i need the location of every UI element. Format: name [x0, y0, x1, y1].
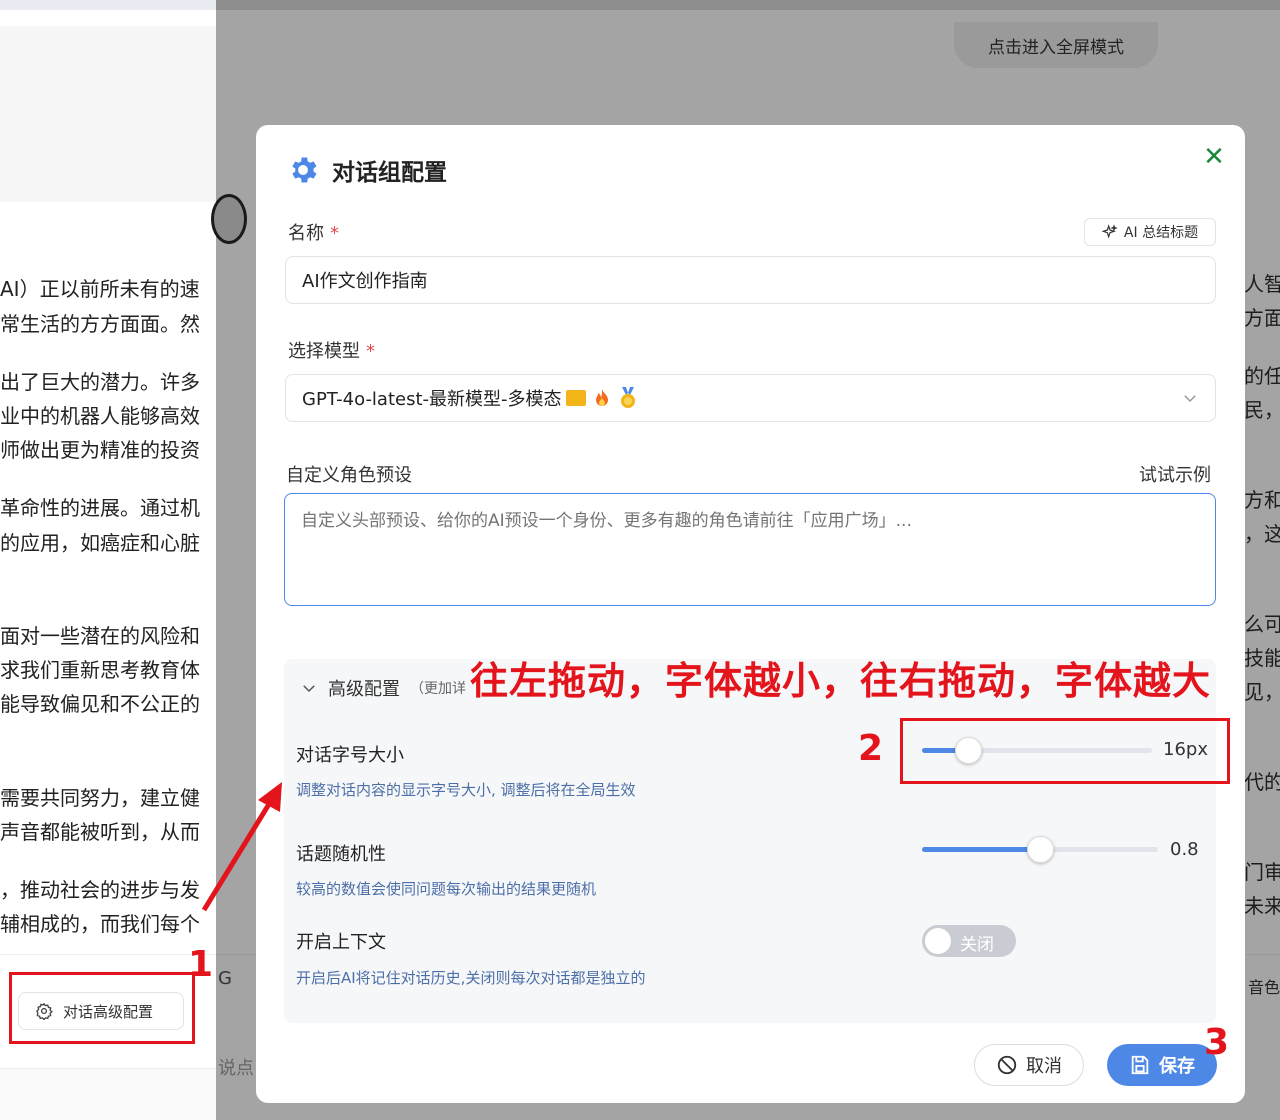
modal-title: 对话组配置	[286, 153, 447, 187]
name-label-text: 名称	[288, 223, 324, 244]
advanced-config-title: 高级配置	[328, 679, 400, 700]
role-preset-label: 自定义角色预设	[286, 465, 412, 486]
model-chip: G	[218, 968, 232, 989]
article-line: 的应用，如癌症和心脏	[0, 531, 200, 555]
context-toggle[interactable]: 关闭	[922, 925, 1016, 957]
context-label: 开启上下文	[296, 932, 386, 953]
required-mark: *	[366, 341, 375, 362]
article-line: ，推动社会的进步与发	[0, 878, 200, 902]
folder-icon	[565, 390, 586, 406]
article-line: 师做出更为精准的投资	[0, 438, 200, 462]
article-line: 业中的机器人能够高效	[0, 404, 200, 428]
background-text: 人智	[1244, 272, 1280, 296]
save-icon	[1131, 1055, 1149, 1075]
role-preset-textarea[interactable]	[284, 493, 1216, 606]
assistant-logo-icon	[211, 194, 247, 244]
dialog-group-config-modal: 对话组配置 ✕ 名称 * AI 总结标题 选择模型 * GPT-4o-latest-…	[256, 125, 1245, 1103]
modal-title-text: 对话组配置	[332, 160, 447, 186]
font-size-label: 对话字号大小	[296, 745, 404, 766]
model-select[interactable]: GPT-4o-latest-最新模型-多模态	[285, 374, 1216, 422]
background-text: 方和	[1244, 488, 1280, 512]
background-text: 未来	[1244, 894, 1280, 918]
background-text: ，这	[1244, 522, 1280, 546]
article-footer	[0, 1068, 216, 1120]
article-line: 辅相成的，而我们每个	[0, 912, 200, 936]
advanced-config-toggle[interactable]: 高级配置 （更加详	[300, 675, 466, 701]
ai-summary-title-button[interactable]: AI 总结标题	[1084, 218, 1216, 246]
font-size-description: 调整对话内容的显示字号大小, 调整后将在全局生效	[296, 781, 636, 799]
advanced-config-panel: 高级配置 （更加详 对话字号大小 调整对话内容的显示字号大小, 调整后将在全局生…	[284, 659, 1216, 1023]
name-input[interactable]	[285, 256, 1216, 304]
chevron-down-icon	[1184, 395, 1196, 403]
annotation-number: 3	[1204, 1022, 1230, 1063]
annotation-arrow-icon	[201, 782, 282, 912]
article-line: 面对一些潜在的风险和	[0, 624, 200, 648]
randomness-label: 话题随机性	[296, 844, 386, 865]
article-line: 出了巨大的潜力。许多	[0, 370, 200, 394]
article-top-strip	[0, 0, 216, 10]
randomness-slider-handle[interactable]	[1027, 836, 1054, 863]
fullscreen-button[interactable]: 点击进入全屏模式	[954, 22, 1158, 68]
try-example-link[interactable]: 试试示例	[1139, 461, 1211, 487]
background-text: 方面	[1244, 306, 1280, 330]
cancel-label: 取消	[1026, 1056, 1062, 1077]
cancel-button[interactable]: 取消	[974, 1044, 1084, 1086]
sparkle-icon	[1101, 224, 1118, 239]
article-line: 常生活的方方面面。然	[0, 312, 200, 336]
ban-icon	[997, 1055, 1017, 1075]
annotation-banner: 往左拖动，字体越小，往右拖动，字体越大	[470, 659, 1212, 703]
chat-input-placeholder: 说点	[218, 1058, 254, 1079]
annotation-number: 2	[858, 728, 884, 769]
article-line: 能导致偏见和不公正的	[0, 692, 200, 716]
flame-icon	[595, 389, 608, 406]
background-text: 民，	[1244, 398, 1280, 422]
gear-icon	[292, 157, 317, 183]
save-label: 保存	[1159, 1056, 1195, 1077]
annotation-number: 1	[188, 944, 214, 985]
background-text: 见，	[1244, 680, 1280, 704]
model-label-text: 选择模型	[288, 341, 360, 362]
background-text: 技能	[1244, 646, 1280, 670]
randomness-slider[interactable]	[922, 836, 1158, 863]
ai-summary-title-label: AI 总结标题	[1123, 225, 1199, 241]
background-text: 的任	[1244, 364, 1280, 388]
background-text: 门审	[1244, 860, 1280, 884]
medal-icon	[620, 387, 635, 408]
article-line: 声音都能被听到，从而	[0, 820, 200, 844]
close-icon[interactable]: ✕	[1202, 144, 1226, 170]
background-text: 代的	[1244, 770, 1280, 794]
article-line: 需要共同努力，建立健	[0, 786, 200, 810]
article-line: 革命性的进展。通过机	[0, 496, 200, 520]
article-line: 求我们重新思考教育体	[0, 658, 200, 682]
required-mark: *	[330, 223, 339, 244]
save-button[interactable]: 保存	[1107, 1044, 1217, 1086]
name-label: 名称 *	[288, 219, 339, 245]
randomness-description: 较高的数值会使同问题每次输出的结果更随机	[296, 880, 597, 898]
chevron-down-icon	[303, 685, 315, 693]
context-description: 开启后AI将记住对话历史,关闭则每次对话都是独立的	[296, 969, 646, 987]
article-pane: AI）正以前所未有的速 常生活的方方面面。然 出了巨大的潜力。许多 业中的机器人…	[0, 0, 216, 1120]
annotation-box-advanced-button	[9, 972, 195, 1044]
article-image-placeholder	[0, 26, 216, 202]
annotation-box-slider	[900, 718, 1230, 784]
randomness-slider-fill	[922, 847, 1040, 852]
model-label: 选择模型 *	[288, 337, 375, 363]
advanced-config-subtitle: （更加详	[410, 681, 466, 697]
background-text: 么可	[1244, 612, 1280, 636]
randomness-value: 0.8	[1170, 839, 1199, 860]
context-toggle-text: 关闭	[960, 935, 994, 955]
article-line: AI）正以前所未有的速	[0, 277, 200, 301]
voice-chip: 音色	[1248, 978, 1280, 997]
backdrop-top-bar	[216, 0, 1280, 10]
context-toggle-knob	[925, 928, 951, 954]
model-select-value: GPT-4o-latest-最新模型-多模态	[302, 389, 562, 410]
